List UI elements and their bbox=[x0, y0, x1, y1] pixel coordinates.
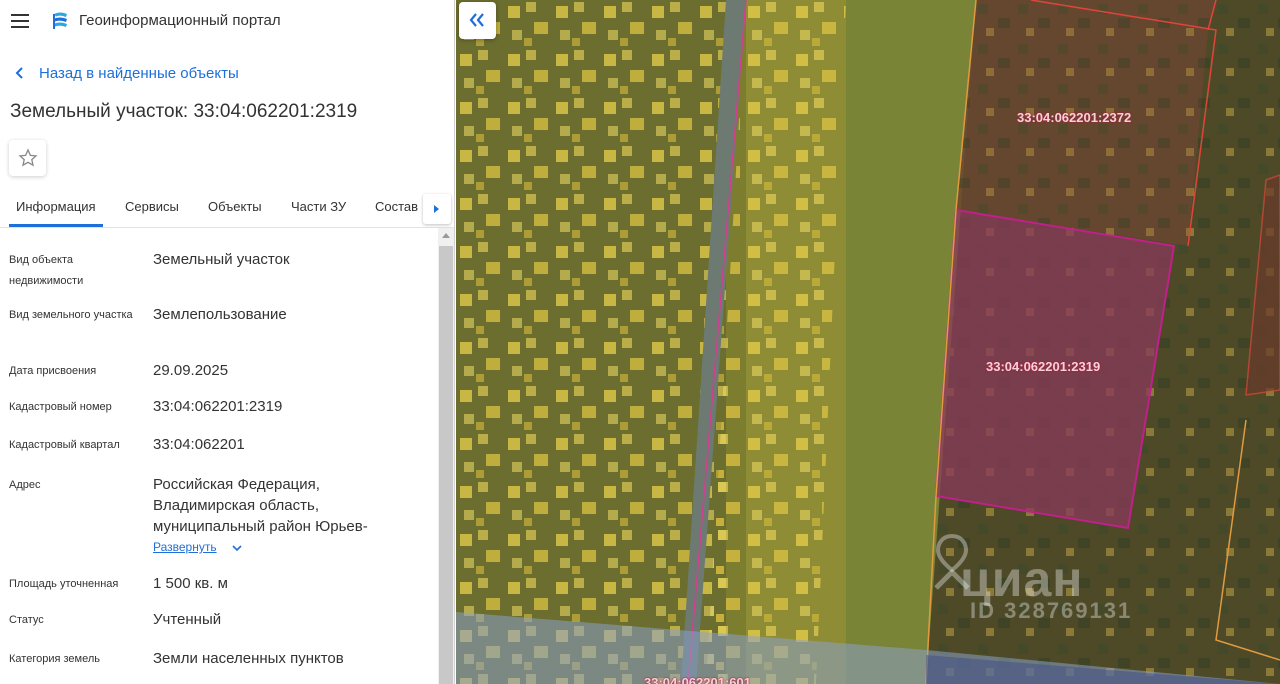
watermark-id: ID 328769131 bbox=[970, 598, 1133, 623]
info-label: Кадастровый квартал bbox=[9, 439, 120, 451]
map-view[interactable]: 33:04:062201:2372 33:04:062201:2319 33:0… bbox=[456, 0, 1280, 684]
selected-parcel-label[interactable]: 33:04:062201:2319 bbox=[986, 359, 1100, 374]
info-label: Дата присвоения bbox=[9, 365, 97, 377]
tab-information[interactable]: Информация bbox=[16, 199, 96, 214]
info-label: Вид земельного участка bbox=[9, 309, 133, 321]
star-icon bbox=[18, 148, 38, 167]
tab-bar: Информация Сервисы Объекты Части ЗУ Сост… bbox=[0, 190, 454, 228]
info-value: Земельный участок bbox=[153, 251, 290, 268]
address-value: Российская Федерация, Владимирская облас… bbox=[153, 476, 368, 535]
info-list: Вид объекта недвижимости Земельный участ… bbox=[0, 228, 437, 684]
chevron-down-icon[interactable] bbox=[231, 543, 243, 553]
page-title: Земельный участок: 33:04:062201:2319 bbox=[10, 101, 358, 122]
cian-watermark: циан ID 328769131 bbox=[930, 530, 1160, 630]
parcel-label[interactable]: 33:04:062201:601 bbox=[644, 675, 751, 684]
caret-right-icon bbox=[434, 205, 439, 213]
info-value: 33:04:062201 bbox=[153, 436, 245, 453]
info-scrollbar[interactable] bbox=[438, 228, 454, 684]
tabs-scroll-right-button[interactable] bbox=[423, 194, 451, 224]
top-bar: Геоинформационный портал bbox=[0, 0, 454, 44]
info-label: Площадь уточненная bbox=[9, 578, 119, 590]
tab-composition[interactable]: Состав bbox=[375, 199, 418, 214]
info-value: Земли населенных пунктов bbox=[153, 650, 344, 667]
info-label: Кадастровый номер bbox=[9, 401, 112, 413]
parcel-label[interactable]: 33:04:062201:2372 bbox=[1017, 110, 1131, 125]
info-label: Статус bbox=[9, 614, 44, 626]
info-panel: Геоинформационный портал Назад в найденн… bbox=[0, 0, 455, 684]
favorite-button[interactable] bbox=[9, 140, 46, 176]
info-value: 29.09.2025 bbox=[153, 362, 229, 379]
app-title: Геоинформационный портал bbox=[79, 12, 281, 29]
double-chevron-left-icon bbox=[469, 13, 484, 27]
info-value: Землепользование bbox=[153, 306, 287, 323]
tab-land-parts[interactable]: Части ЗУ bbox=[291, 199, 346, 214]
chevron-left-icon bbox=[15, 67, 23, 79]
info-label: Вид объекта недвижимости bbox=[9, 254, 84, 287]
info-value: 1 500 кв. м bbox=[153, 575, 228, 592]
info-label: Категория земель bbox=[9, 653, 100, 665]
info-value: 33:04:062201:2319 bbox=[153, 398, 283, 415]
info-value: Учтенный bbox=[153, 611, 222, 628]
scrollbar-thumb[interactable] bbox=[439, 246, 453, 684]
info-label: Адрес bbox=[9, 479, 41, 491]
active-tab-indicator bbox=[9, 224, 103, 227]
tab-objects[interactable]: Объекты bbox=[208, 199, 262, 214]
expand-address-link[interactable]: Развернуть bbox=[153, 540, 217, 554]
tab-services[interactable]: Сервисы bbox=[125, 199, 179, 214]
scroll-up-arrow-icon[interactable] bbox=[442, 233, 450, 238]
back-link-label: Назад в найденные объекты bbox=[39, 65, 239, 82]
portal-logo-icon bbox=[53, 12, 67, 29]
hamburger-menu-icon[interactable] bbox=[11, 14, 29, 28]
collapse-panel-button[interactable] bbox=[459, 2, 496, 39]
